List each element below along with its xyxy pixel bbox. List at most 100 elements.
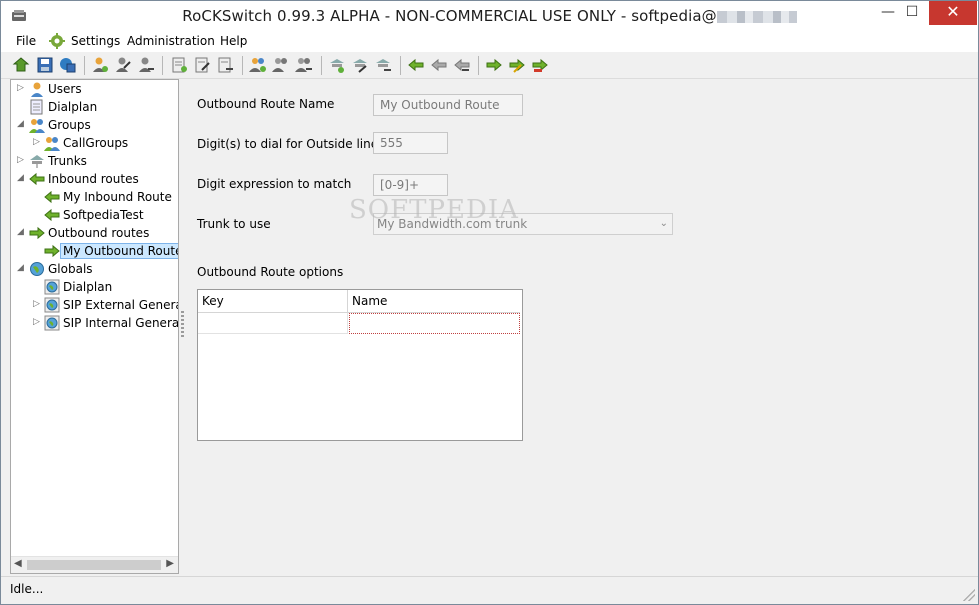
grid-cell-name[interactable] — [349, 313, 520, 334]
inbound-arrow-icon — [44, 208, 60, 222]
options-grid[interactable]: Key Name — [197, 289, 523, 441]
chevron-down-icon[interactable]: ⌄ — [660, 214, 668, 234]
user-icon — [31, 82, 43, 97]
edit-trunk-icon[interactable] — [351, 56, 369, 74]
globe-icon — [44, 315, 60, 331]
status-text: Idle... — [10, 582, 44, 596]
settings-gear-icon — [49, 33, 65, 49]
toolbar — [1, 52, 978, 79]
group-icon — [29, 119, 45, 133]
collapse-arrow-icon[interactable]: ◢ — [17, 119, 26, 130]
grid-header-name[interactable]: Name — [348, 290, 520, 313]
save-icon[interactable] — [36, 56, 54, 74]
expression-label: Digit expression to match — [197, 177, 352, 191]
outbound-arrow-icon — [29, 226, 45, 240]
edit-inbound-route-icon[interactable] — [430, 56, 448, 74]
expand-arrow-icon[interactable]: ▷ — [17, 83, 26, 94]
collapse-arrow-icon[interactable]: ◢ — [17, 263, 26, 274]
group-icon — [44, 137, 60, 151]
delete-trunk-icon[interactable] — [374, 56, 392, 74]
add-outbound-route-icon[interactable] — [485, 56, 503, 74]
trunk-label: Trunk to use — [197, 217, 271, 231]
save-all-icon[interactable] — [58, 56, 76, 74]
digits-label: Digit(s) to dial for Outside line — [197, 137, 379, 151]
menu-file[interactable]: File — [16, 34, 36, 48]
expand-arrow-icon[interactable]: ▷ — [33, 317, 42, 328]
add-group-icon[interactable] — [249, 56, 267, 74]
delete-user-icon[interactable] — [137, 56, 155, 74]
tree-node-label: SIP External General — [63, 298, 179, 312]
connect-icon[interactable] — [12, 56, 30, 74]
title-bar: RoCKSwitch 0.99.3 ALPHA - NON-COMMERCIAL… — [1, 1, 978, 32]
menu-settings[interactable]: Settings — [71, 34, 120, 48]
add-trunk-icon[interactable] — [328, 56, 346, 74]
tree-node-label: Trunks — [48, 154, 87, 168]
options-label: Outbound Route options — [197, 265, 344, 279]
expression-input[interactable]: [0-9]+ — [373, 174, 448, 196]
collapse-arrow-icon[interactable]: ◢ — [17, 227, 26, 238]
window-title: RoCKSwitch 0.99.3 ALPHA - NON-COMMERCIAL… — [1, 7, 978, 25]
watermark: SOFTPEDIA — [349, 195, 519, 225]
menu-bar: File Settings Administration Help — [1, 32, 978, 52]
digits-input[interactable]: 555 — [373, 132, 448, 154]
add-inbound-route-icon[interactable] — [407, 56, 425, 74]
tree-node-label: My Inbound Route — [63, 190, 172, 204]
navigation-tree[interactable]: ▷ Users Dialplan ◢ Groups ▷ CallGroups ▷… — [10, 79, 179, 574]
trunk-icon — [30, 155, 44, 168]
toolbar-separator — [162, 56, 163, 75]
expand-arrow-icon[interactable]: ▷ — [17, 155, 26, 166]
toolbar-separator — [478, 56, 479, 75]
minimize-button[interactable]: — — [877, 1, 899, 25]
delete-inbound-route-icon[interactable] — [453, 56, 471, 74]
tree-node-label: Dialplan — [63, 280, 113, 294]
route-name-label: Outbound Route Name — [197, 97, 335, 111]
delete-group-icon[interactable] — [295, 56, 313, 74]
status-bar: Idle... — [1, 576, 978, 604]
scrollbar-thumb[interactable] — [27, 560, 161, 570]
menu-administration[interactable]: Administration — [127, 34, 215, 48]
window-title-text: RoCKSwitch 0.99.3 ALPHA - NON-COMMERCIAL… — [182, 7, 717, 25]
edit-dialplan-icon[interactable] — [193, 56, 211, 74]
outbound-arrow-icon — [44, 244, 60, 258]
route-name-input[interactable]: My Outbound Route — [373, 94, 523, 116]
tree-horizontal-scrollbar[interactable]: ◀ ▶ — [11, 556, 178, 573]
edit-user-icon[interactable] — [114, 56, 132, 74]
toolbar-separator — [321, 56, 322, 75]
globe-icon — [30, 262, 44, 276]
edit-group-icon[interactable] — [272, 56, 290, 74]
scroll-right-arrow-icon[interactable]: ▶ — [166, 558, 174, 569]
toolbar-separator — [242, 56, 243, 75]
edit-outbound-route-icon[interactable] — [508, 56, 526, 74]
inbound-arrow-icon — [29, 172, 45, 186]
tree-node-label: CallGroups — [63, 136, 129, 150]
grid-cell-key[interactable] — [198, 313, 348, 334]
app-window: RoCKSwitch 0.99.3 ALPHA - NON-COMMERCIAL… — [0, 0, 979, 605]
tree-node-label: Dialplan — [48, 100, 98, 114]
globe-icon — [44, 279, 60, 295]
tree-node-label: Users — [48, 82, 82, 96]
tree-node-label: SoftpediaTest — [63, 208, 144, 222]
scroll-left-arrow-icon[interactable]: ◀ — [14, 558, 22, 569]
menu-help[interactable]: Help — [220, 34, 247, 48]
tree-node-label: Groups — [48, 118, 91, 132]
toolbar-separator — [400, 56, 401, 75]
globe-icon — [44, 297, 60, 313]
delete-dialplan-icon[interactable] — [216, 56, 234, 74]
tree-node-label: Outbound routes — [48, 226, 150, 240]
close-button[interactable]: ✕ — [929, 1, 977, 25]
dialplan-icon — [30, 99, 43, 115]
toolbar-separator — [84, 56, 85, 75]
resize-grip[interactable] — [963, 589, 975, 601]
tree-node-label: Globals — [48, 262, 93, 276]
expand-arrow-icon[interactable]: ▷ — [33, 299, 42, 310]
add-dialplan-icon[interactable] — [170, 56, 188, 74]
delete-outbound-route-icon[interactable] — [531, 56, 549, 74]
panel-splitter[interactable] — [181, 311, 184, 339]
redacted-email — [716, 10, 797, 23]
expand-arrow-icon[interactable]: ▷ — [33, 137, 42, 148]
maximize-button[interactable]: ☐ — [901, 1, 923, 25]
add-user-icon[interactable] — [91, 56, 109, 74]
tree-node-label: Inbound routes — [48, 172, 139, 186]
grid-header-key[interactable]: Key — [198, 290, 348, 313]
collapse-arrow-icon[interactable]: ◢ — [17, 173, 26, 184]
